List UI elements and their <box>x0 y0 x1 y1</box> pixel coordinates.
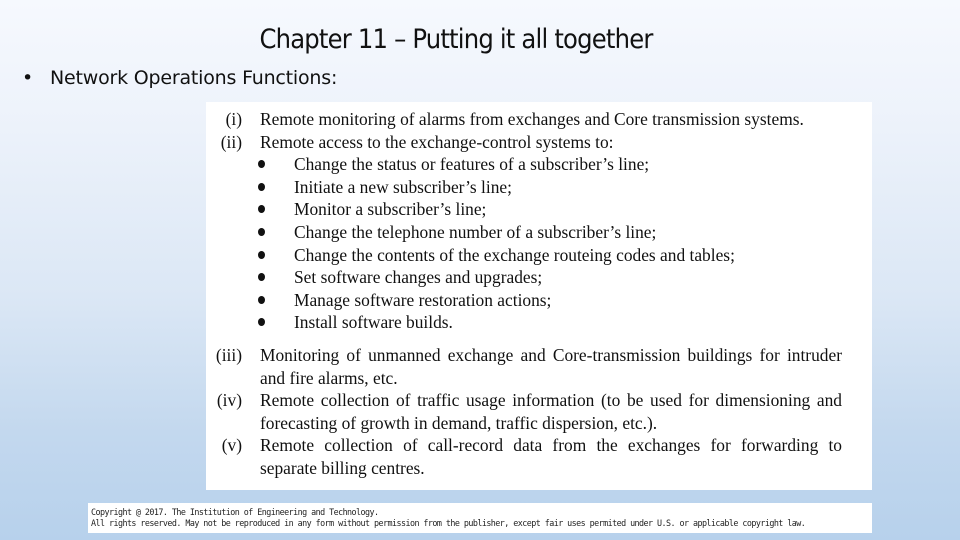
sub-item-text: Change the telephone number of a subscri… <box>294 221 657 242</box>
sub-list-item: Monitor a subscriber’s line; <box>206 198 872 221</box>
sub-item-text: Install software builds. <box>294 312 453 333</box>
bullet-icon <box>258 273 265 282</box>
bullet-icon <box>258 160 265 169</box>
sub-item-text: Monitor a subscriber’s line; <box>294 199 487 220</box>
sub-list-item: Change the contents of the exchange rout… <box>206 244 872 267</box>
bullet-icon <box>258 318 265 327</box>
item-number: (v) <box>221 435 242 456</box>
functions-list: (i) Remote monitoring of alarms from exc… <box>206 108 872 480</box>
item-number: (iii) <box>215 344 242 365</box>
list-item-iv: (iv) Remote collection of traffic usage … <box>206 389 872 434</box>
sub-item-text: Change the contents of the exchange rout… <box>294 244 735 265</box>
copyright-notice: Copyright @ 2017. The Institution of Eng… <box>88 503 872 533</box>
sub-list-item: Change the status or features of a subsc… <box>206 153 872 176</box>
item-number: (iv) <box>216 390 242 411</box>
list-item-i: (i) Remote monitoring of alarms from exc… <box>206 108 872 131</box>
sub-item-text: Manage software restoration actions; <box>294 289 552 310</box>
sub-item-text: Initiate a new subscriber’s line; <box>294 176 512 197</box>
bullet-icon: • <box>22 67 34 89</box>
sub-item-text: Set software changes and upgrades; <box>294 267 543 288</box>
item-text: Monitoring of unmanned exchange and Core… <box>260 344 842 388</box>
section-heading: Network Operations Functions: <box>50 67 338 89</box>
sub-list-item: Manage software restoration actions; <box>206 289 872 312</box>
sub-list-item: Install software builds. <box>206 311 872 334</box>
copyright-line-2: All rights reserved. May not be reproduc… <box>91 518 806 528</box>
item-text: Remote monitoring of alarms from exchang… <box>260 109 804 129</box>
bullet-icon <box>258 205 265 214</box>
section-bullet: • Network Operations Functions: <box>22 67 337 89</box>
list-item-v: (v) Remote collection of call-record dat… <box>206 434 872 479</box>
content-image-box: (i) Remote monitoring of alarms from exc… <box>206 102 872 490</box>
list-item-ii: (ii) Remote access to the exchange-contr… <box>206 131 872 154</box>
sub-list-item: Initiate a new subscriber’s line; <box>206 176 872 199</box>
item-text: Remote collection of call-record data fr… <box>260 435 842 478</box>
sub-list-item: Change the telephone number of a subscri… <box>206 221 872 244</box>
bullet-icon <box>258 250 265 259</box>
bullet-icon <box>258 295 265 304</box>
item-number: (i) <box>225 109 242 129</box>
sub-list-item: Set software changes and upgrades; <box>206 266 872 289</box>
sub-item-text: Change the status or features of a subsc… <box>294 154 650 175</box>
item-text: Remote access to the exchange-control sy… <box>260 131 614 152</box>
bullet-icon <box>258 182 265 191</box>
bullet-icon <box>258 227 265 236</box>
item-text: Remote collection of traffic usage infor… <box>260 390 842 433</box>
copyright-line-1: Copyright @ 2017. The Institution of Eng… <box>91 507 379 517</box>
item-number: (ii) <box>220 131 242 152</box>
list-item-iii: (iii) Monitoring of unmanned exchange an… <box>206 344 872 389</box>
slide-title: Chapter 11 – Putting it all together <box>259 24 653 55</box>
